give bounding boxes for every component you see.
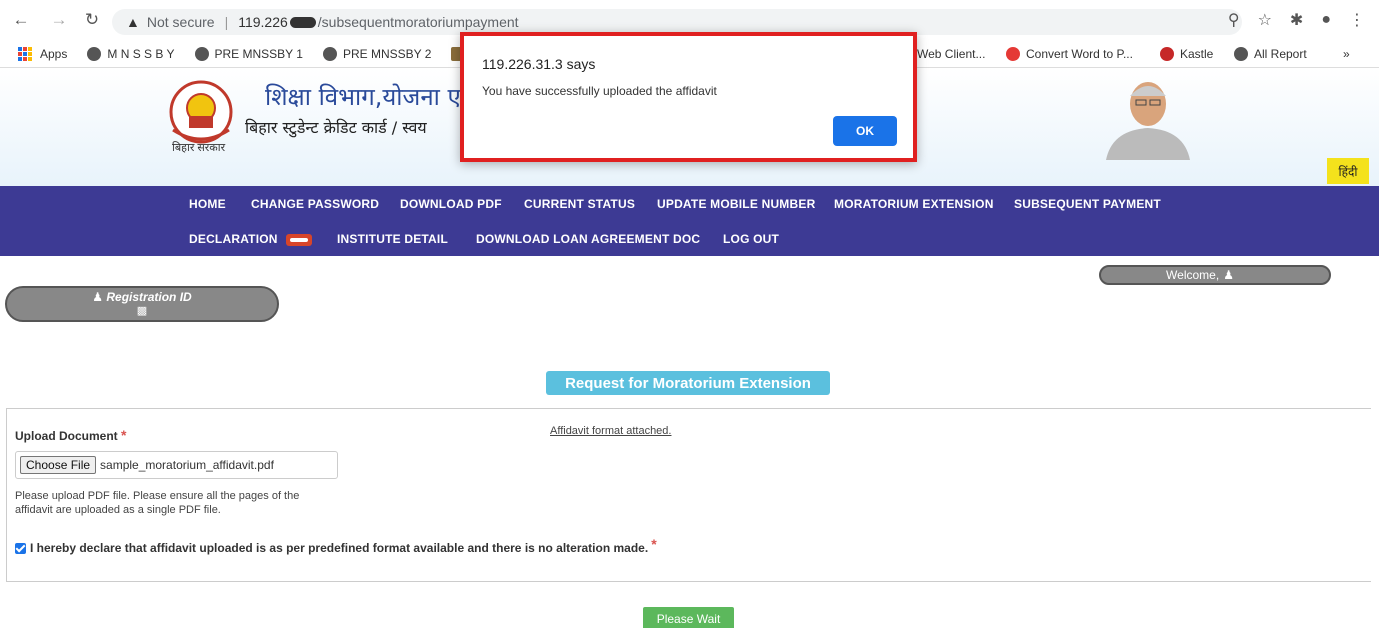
dialog-title: 119.226.31.3 says (482, 56, 596, 72)
site-subtitle: बिहार स्टुडेन्ट क्रेडिट कार्ड / स्वय (245, 118, 427, 137)
user-icon: ♟ (1223, 268, 1234, 282)
url-host: 119.226 (238, 14, 288, 30)
bookmark-pre-mnssby-2[interactable]: PRE MNSSBY 2 (322, 46, 431, 61)
upload-help-text: Please upload PDF file. Please ensure al… (15, 490, 300, 516)
bookmark-convert-word[interactable]: Convert Word to P... (1006, 46, 1133, 61)
upload-document-label: Upload Document * (15, 427, 127, 443)
dialog-message: You have successfully uploaded the affid… (482, 84, 717, 98)
forward-arrow-icon[interactable]: → (48, 9, 70, 31)
nav-log-out[interactable]: LOG OUT (723, 232, 779, 246)
globe-icon (322, 46, 337, 61)
registration-badge: ♟ Registration ID ▩ (5, 286, 279, 322)
browser-actions: ⚲ ☆ ✱ ● ⋮ (1228, 10, 1365, 30)
zoom-icon[interactable]: ⚲ (1228, 10, 1240, 30)
nav-institute-detail[interactable]: INSTITUTE DETAIL (337, 232, 448, 246)
menu-kebab-icon[interactable]: ⋮ (1349, 10, 1365, 30)
extensions-icon[interactable]: ✱ (1290, 10, 1303, 30)
choose-file-button[interactable]: Choose File (20, 456, 97, 474)
bookmarks-overflow[interactable]: » (1343, 47, 1350, 61)
redacted-url-segment (289, 16, 316, 28)
alert-dialog: 119.226.31.3 says You have successfully … (460, 32, 917, 162)
kastle-icon (1160, 46, 1174, 61)
bookmark-apps[interactable]: Apps (18, 46, 67, 61)
hindi-language-button[interactable]: हिंदी (1327, 158, 1369, 184)
nav-moratorium-extension[interactable]: MORATORIUM EXTENSION (834, 197, 994, 211)
globe-icon (194, 46, 209, 61)
emblem-caption: बिहार सरकार (172, 142, 226, 154)
warning-icon: ▲ (126, 14, 140, 30)
site-title: शिक्षा विभाग,योजना एव (265, 83, 475, 111)
globe-icon (1234, 46, 1248, 61)
affidavit-format-link[interactable]: Affidavit format attached. (550, 425, 671, 437)
nav-update-mobile-number[interactable]: UPDATE MOBILE NUMBER (657, 197, 815, 211)
reload-icon[interactable]: ↻ (81, 9, 103, 31)
bookmark-kastle[interactable]: Kastle (1160, 46, 1213, 61)
bookmark-web-client[interactable]: Web Client... (917, 47, 985, 61)
declaration-row: I hereby declare that affidavit uploaded… (15, 536, 657, 556)
star-icon[interactable]: ☆ (1258, 10, 1272, 30)
bookmark-all-report[interactable]: All Report (1234, 46, 1307, 61)
profile-icon[interactable]: ● (1321, 11, 1331, 29)
bookmark-pre-mnssby-1[interactable]: PRE MNSSBY 1 (194, 46, 303, 61)
nav-current-status[interactable]: CURRENT STATUS (524, 197, 635, 211)
ok-button[interactable]: OK (833, 116, 897, 146)
declaration-checkbox[interactable] (15, 542, 26, 554)
declaration-text: I hereby declare that affidavit uploaded… (30, 541, 649, 555)
user-icon: ♟ (92, 290, 107, 304)
main-nav-menu: HOME CHANGE PASSWORD DOWNLOAD PDF CURREN… (0, 186, 1379, 256)
chief-minister-photo (1106, 82, 1190, 160)
briefcase-icon: ▩ (136, 305, 148, 317)
bookmark-mnssby[interactable]: M N S S B Y (87, 46, 175, 61)
url-separator: | (224, 14, 229, 30)
nav-declaration[interactable]: DECLARATION (189, 232, 312, 246)
nav-subsequent-payment[interactable]: SUBSEQUENT PAYMENT (1014, 197, 1161, 211)
back-arrow-icon[interactable]: ← (10, 9, 32, 31)
new-badge-icon (285, 233, 312, 246)
selected-file-name: sample_moratorium_affidavit.pdf (100, 458, 274, 472)
nav-change-password[interactable]: CHANGE PASSWORD (251, 197, 379, 211)
required-asterisk: * (121, 427, 127, 443)
required-asterisk: * (651, 536, 657, 552)
nav-download-pdf[interactable]: DOWNLOAD PDF (400, 197, 502, 211)
welcome-badge: Welcome, ♟ (1099, 265, 1331, 285)
heart-icon (1006, 46, 1020, 61)
nav-download-loan-agreement[interactable]: DOWNLOAD LOAN AGREEMENT DOC (476, 232, 700, 246)
please-wait-button[interactable]: Please Wait (643, 607, 734, 628)
not-secure-label: Not secure (146, 14, 215, 30)
globe-icon (87, 46, 102, 61)
file-upload-input[interactable]: Choose File sample_moratorium_affidavit.… (15, 451, 338, 479)
apps-grid-icon (18, 46, 32, 61)
form-title: Request for Moratorium Extension (546, 371, 830, 395)
nav-home[interactable]: HOME (189, 197, 226, 211)
url-path: /subsequentmoratoriumpayment (317, 14, 519, 30)
